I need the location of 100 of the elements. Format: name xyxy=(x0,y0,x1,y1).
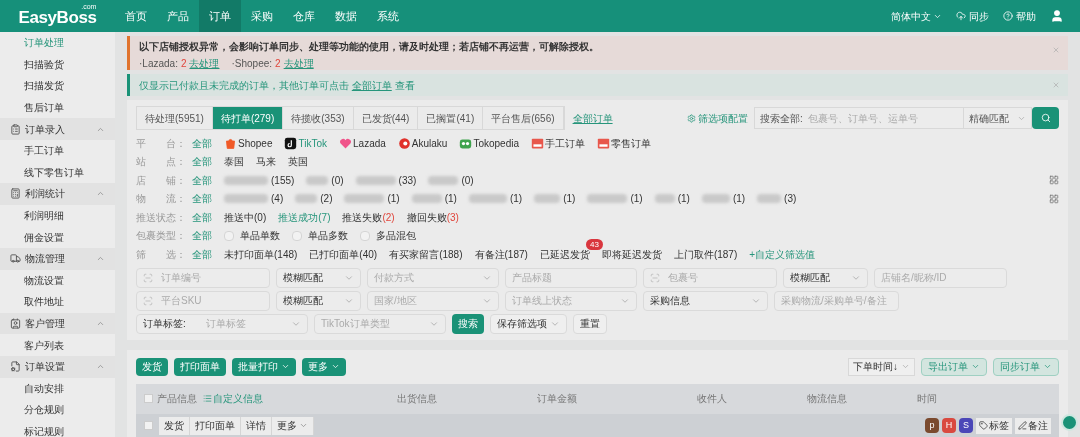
sidebar-group[interactable]: 客户管理 xyxy=(0,312,115,335)
select-field[interactable]: 模糊匹配 xyxy=(276,267,361,288)
reset-button[interactable]: 重置 xyxy=(573,313,607,334)
platform-option[interactable]: Lazada xyxy=(339,135,386,151)
help-button[interactable]: 帮助 xyxy=(1003,8,1036,24)
search-button[interactable] xyxy=(1032,107,1059,129)
checkbox[interactable] xyxy=(360,230,370,241)
order-status-tab[interactable]: 平台售后(656) xyxy=(483,107,564,129)
filter-option[interactable]: 上门取件(187) xyxy=(673,246,738,262)
filter-option[interactable]: 已打印面单(40) xyxy=(309,246,378,262)
checkbox[interactable] xyxy=(224,230,234,241)
close-icon[interactable] xyxy=(1052,81,1060,89)
filter-count[interactable]: (3) xyxy=(784,191,797,207)
filter-count[interactable]: (1) xyxy=(732,191,746,207)
search-button[interactable]: 搜索 xyxy=(452,313,484,334)
sync-button[interactable]: 同步 xyxy=(956,8,989,24)
user-icon[interactable] xyxy=(1050,9,1064,23)
filter-count[interactable]: (155) xyxy=(271,172,295,188)
row-action-button[interactable]: 发货 xyxy=(159,416,190,435)
platform-option[interactable]: 手工订单 xyxy=(531,135,585,151)
sidebar-item[interactable]: 分仓规则 xyxy=(0,399,115,421)
platform-option[interactable]: Shopee xyxy=(224,135,273,151)
order-status-tab[interactable]: 待打单(279) xyxy=(212,107,284,129)
sidebar-group[interactable]: 利润统计 xyxy=(0,183,115,205)
sidebar-group[interactable]: 订单设置 xyxy=(0,355,115,378)
note-button[interactable]: 备注 xyxy=(1015,417,1051,434)
filter-count[interactable]: (1) xyxy=(444,191,457,207)
sidebar-group[interactable]: 物流管理 xyxy=(0,247,115,270)
grid-icon[interactable] xyxy=(1049,175,1059,186)
filter-count[interactable]: (1) xyxy=(509,191,523,207)
platform-option[interactable]: Tokopedia xyxy=(459,135,519,151)
filter-count[interactable]: (1) xyxy=(563,191,576,207)
filter-count[interactable]: (4) xyxy=(271,191,284,207)
filter-option[interactable]: 马来 xyxy=(256,154,276,170)
group-icon xyxy=(10,253,21,265)
checkbox[interactable] xyxy=(292,230,302,241)
grid-icon[interactable] xyxy=(1049,193,1059,204)
nav-tab[interactable]: 订单 xyxy=(199,0,241,32)
checkbox[interactable] xyxy=(144,394,153,403)
sidebar-item[interactable]: 自动安排 xyxy=(0,377,115,400)
platform-option[interactable]: Akulaku xyxy=(397,135,448,151)
filter-count[interactable]: (2) xyxy=(320,191,333,207)
filter-option[interactable]: 英国 xyxy=(288,154,308,170)
action-button[interactable]: 批量打印 xyxy=(232,357,296,376)
filter-option[interactable]: 有买家留言(188) xyxy=(389,246,463,262)
checkbox[interactable] xyxy=(144,421,153,430)
row-action-button[interactable]: 打印面单 xyxy=(190,416,241,435)
filter-count[interactable]: (0) xyxy=(461,172,474,188)
select-field[interactable]: 模糊匹配 xyxy=(783,267,868,288)
platform-option[interactable]: 零售订单 xyxy=(597,135,651,151)
nav-tab[interactable]: 仓库 xyxy=(283,0,325,32)
filter-count[interactable]: (0) xyxy=(331,172,344,188)
nav-tab[interactable]: 产品 xyxy=(157,0,199,32)
sidebar-item[interactable]: 物流设置 xyxy=(0,269,115,292)
nav-tab[interactable]: 系统 xyxy=(367,0,409,32)
group-icon xyxy=(10,188,21,200)
language-select[interactable]: 简体中文 xyxy=(891,8,942,24)
filter-option[interactable]: 推送失败(2) xyxy=(342,209,395,225)
row-action-button[interactable]: 详情 xyxy=(241,416,272,435)
order-status-tab[interactable]: 已发货(44) xyxy=(353,107,419,129)
filter-count[interactable]: (1) xyxy=(387,191,400,207)
action-button[interactable]: 发货 xyxy=(136,357,168,376)
row-action-button[interactable]: 更多 xyxy=(272,416,314,435)
sidebar-item[interactable]: 客户列表 xyxy=(0,334,115,356)
sidebar-item[interactable]: 扫描发货 xyxy=(0,75,115,97)
sidebar-item[interactable]: 取件地址 xyxy=(0,291,115,313)
sort-select[interactable]: 下单时间↓ xyxy=(848,357,915,376)
filter-option[interactable]: 即将延迟发货 xyxy=(601,246,662,262)
filter-option[interactable]: 泰国 xyxy=(224,154,244,170)
filter-count[interactable]: (1) xyxy=(677,191,690,207)
action-button[interactable]: 打印面单 xyxy=(174,357,226,376)
tag-button[interactable]: 标签 xyxy=(976,417,1012,434)
order-status-tab[interactable]: 待揽收(353) xyxy=(283,107,354,129)
nav-tab[interactable]: 数据 xyxy=(325,0,367,32)
filter-option[interactable]: 撤回失败(3) xyxy=(406,209,459,225)
filter-option[interactable]: 未打印面单(148) xyxy=(224,246,298,262)
save-filter-button[interactable]: 保存筛选项 xyxy=(490,313,567,334)
match-select[interactable]: 精确匹配 xyxy=(964,107,1032,129)
nav-tab[interactable]: 首页 xyxy=(115,0,157,32)
sidebar-item[interactable]: 佣金设置 xyxy=(0,226,115,248)
nav-tab[interactable]: 采购 xyxy=(241,0,283,32)
filter-option[interactable]: 有备注(187) xyxy=(474,246,528,262)
order-status-tab[interactable]: 已搁置(41) xyxy=(418,107,484,129)
order-status-tab[interactable]: 待处理(5951) xyxy=(137,107,213,129)
sidebar-item[interactable]: 扫描验货 xyxy=(0,53,115,76)
sidebar-item[interactable]: 利润明细 xyxy=(0,204,115,227)
filter-option[interactable]: 推送中(0) xyxy=(224,209,267,225)
sidebar-item[interactable]: 标记规则 xyxy=(0,420,115,437)
close-icon[interactable] xyxy=(1052,46,1060,54)
filter-count[interactable]: (1) xyxy=(630,191,643,207)
sidebar-group[interactable]: 订单录入 xyxy=(0,118,115,140)
sidebar-item[interactable]: 线下零售订单 xyxy=(0,161,115,184)
select-field[interactable]: 模糊匹配 xyxy=(276,290,361,311)
scan-icon xyxy=(143,295,153,306)
select-field[interactable]: 采购信息 xyxy=(643,290,768,311)
action-button[interactable]: 更多 xyxy=(302,357,346,376)
chat-avatar[interactable] xyxy=(1061,414,1078,431)
filter-count[interactable]: (33) xyxy=(398,172,417,188)
sidebar-item[interactable]: 售后订单 xyxy=(0,96,115,119)
sidebar-item[interactable]: 手工订单 xyxy=(0,139,115,162)
